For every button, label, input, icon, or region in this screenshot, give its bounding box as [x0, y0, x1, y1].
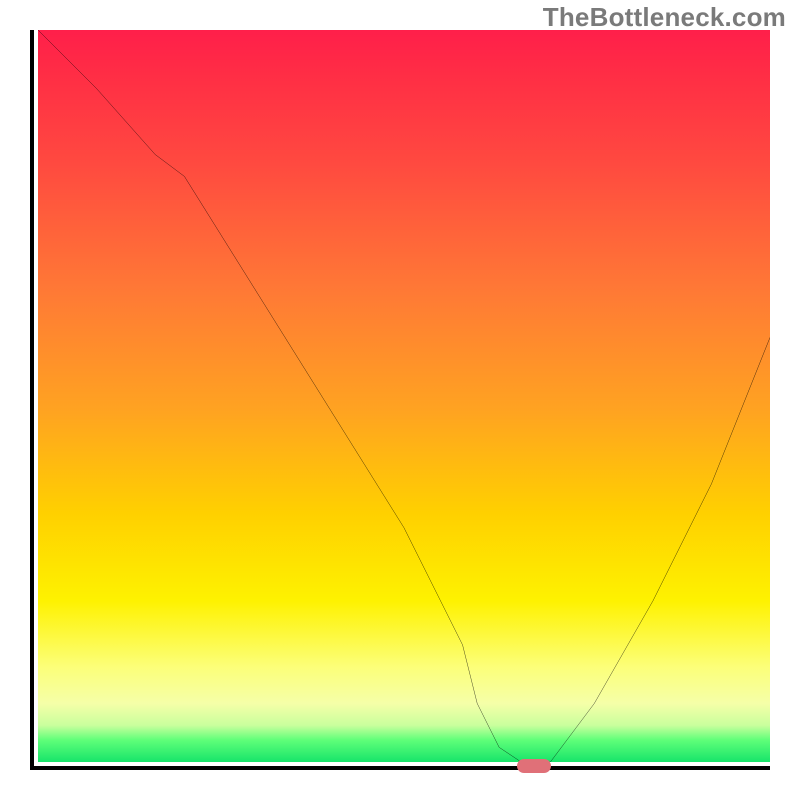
- background-gradient: [38, 30, 770, 762]
- optimum-marker: [517, 759, 551, 773]
- watermark-text: TheBottleneck.com: [543, 2, 786, 33]
- plot-frame: [30, 30, 770, 770]
- chart-container: TheBottleneck.com: [0, 0, 800, 800]
